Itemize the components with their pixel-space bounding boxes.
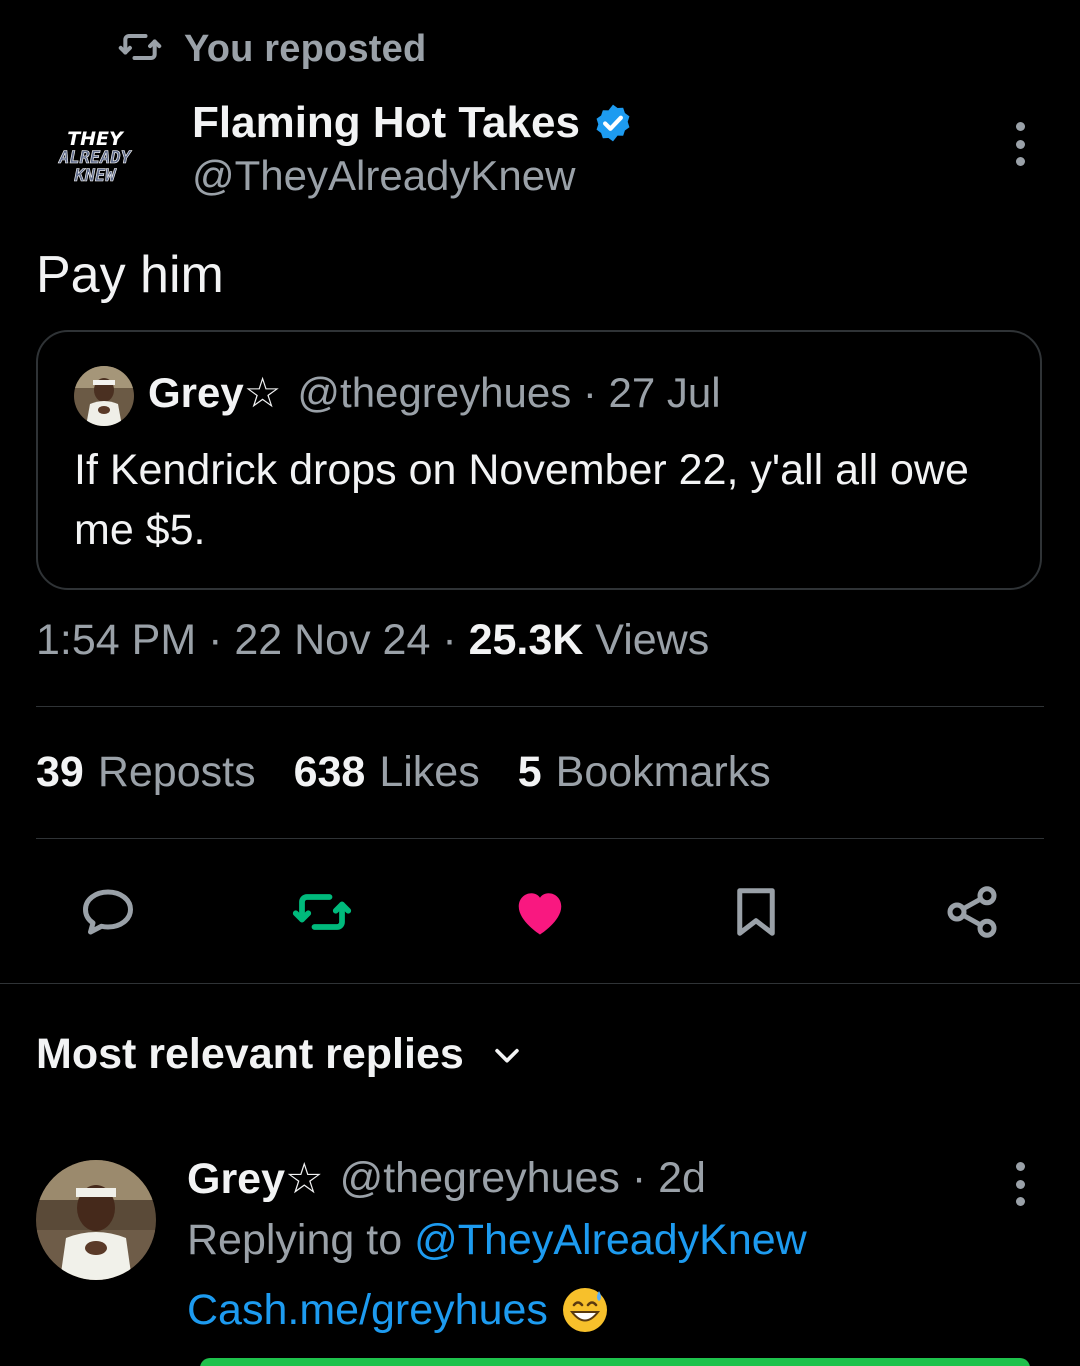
- quote-author-name: Grey☆: [148, 369, 282, 416]
- reply-text: Cash.me/greyhues: [187, 1285, 610, 1335]
- tweet-meta: 1:54 PM · 22 Nov 24 · 25.3K Views: [36, 616, 709, 665]
- quote-header: Grey☆ @thegreyhues · 27 Jul: [148, 368, 721, 417]
- author-name-row[interactable]: Flaming Hot Takes: [192, 98, 634, 148]
- tweet-detail-page: You reposted THEY ALREADY KNEW Flaming H…: [0, 0, 1080, 1366]
- quote-author-avatar: [74, 366, 134, 426]
- replies-sort-label: Most relevant replies: [36, 1030, 464, 1078]
- quote-text: If Kendrick drops on November 22, y'all …: [74, 446, 969, 554]
- bookmark-icon: [737, 888, 775, 936]
- tweet-text: Pay him: [36, 246, 224, 304]
- chevron-down-icon: [495, 1048, 519, 1063]
- divider: [36, 706, 1044, 707]
- reply-button[interactable]: [76, 880, 140, 944]
- repost-icon: [292, 894, 352, 930]
- quote-author-meta: @thegreyhues · 27 Jul: [297, 369, 721, 416]
- replying-to-label: Replying to: [187, 1216, 403, 1264]
- reply-more-options-button[interactable]: [1000, 1162, 1040, 1206]
- verified-badge-icon: [592, 102, 634, 144]
- more-options-button[interactable]: [1000, 122, 1040, 166]
- svg-text:ALREADY: ALREADY: [58, 148, 132, 168]
- more-dots-icon: [1015, 122, 1025, 131]
- share-button[interactable]: [940, 880, 1004, 944]
- svg-text:THEY: THEY: [67, 128, 125, 150]
- likes-stat[interactable]: 638 Likes: [294, 748, 480, 797]
- views-label: Views: [595, 616, 710, 664]
- repost-banner: You reposted: [118, 24, 426, 74]
- reposts-stat[interactable]: 39 Reposts: [36, 748, 256, 797]
- heart-icon: [518, 893, 562, 935]
- reply-author-meta: @thegreyhues · 2d: [339, 1154, 706, 1202]
- views-count: 25.3K: [468, 616, 584, 664]
- bookmarks-stat[interactable]: 5 Bookmarks: [518, 748, 771, 797]
- replies-sort-dropdown[interactable]: Most relevant replies: [36, 1030, 524, 1079]
- engagement-stats: 39 Reposts 638 Likes 5 Bookmarks: [36, 748, 771, 797]
- more-dots-icon: [1015, 1162, 1025, 1171]
- author-name[interactable]: Flaming Hot Takes: [192, 98, 580, 148]
- author-handle[interactable]: @TheyAlreadyKnew: [192, 152, 575, 200]
- like-button[interactable]: [508, 880, 572, 944]
- bookmark-button[interactable]: [724, 880, 788, 944]
- reply-link[interactable]: Cash.me/greyhues: [187, 1286, 548, 1335]
- they-already-knew-logo: THEY ALREADY KNEW: [58, 128, 133, 186]
- comment-icon: [83, 889, 133, 935]
- quoted-tweet-card[interactable]: Grey☆ @thegreyhues · 27 Jul If Kendrick …: [36, 330, 1042, 590]
- share-icon: [947, 886, 997, 938]
- divider: [36, 838, 1044, 839]
- replying-to-line: Replying to @TheyAlreadyKnew: [187, 1216, 807, 1265]
- sweat-smile-emoji-icon: [560, 1285, 610, 1335]
- tweet-timestamp: 1:54 PM · 22 Nov 24 ·: [36, 616, 457, 664]
- author-avatar[interactable]: THEY ALREADY KNEW: [36, 100, 154, 218]
- reply-author-avatar[interactable]: [36, 1160, 156, 1280]
- reply-author-name[interactable]: Grey☆: [187, 1154, 324, 1204]
- reply-header: Grey☆ @thegreyhues · 2d: [187, 1154, 706, 1204]
- replying-to-handle-link[interactable]: @TheyAlreadyKnew: [414, 1216, 807, 1264]
- cash-link-preview-bar[interactable]: [200, 1358, 1030, 1366]
- repost-button[interactable]: [290, 880, 354, 944]
- repost-banner-label: You reposted: [184, 27, 427, 70]
- svg-text:KNEW: KNEW: [74, 166, 118, 186]
- repost-icon: [118, 25, 162, 74]
- divider: [0, 983, 1080, 984]
